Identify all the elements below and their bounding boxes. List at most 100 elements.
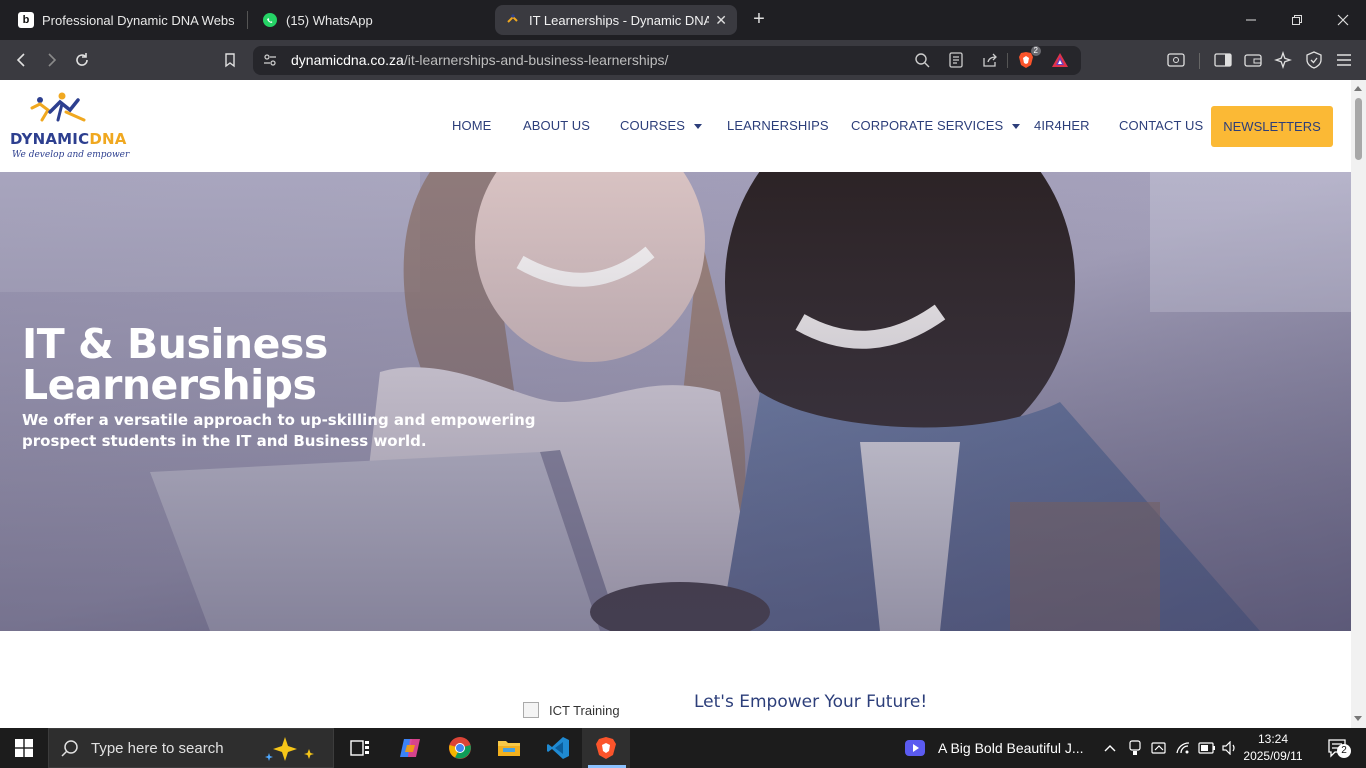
wifi-icon[interactable] xyxy=(1172,728,1194,768)
battery-icon[interactable] xyxy=(1196,728,1218,768)
search-placeholder: Type here to search xyxy=(91,739,224,757)
minimize-icon[interactable] xyxy=(1228,0,1274,40)
hero-title: IT & Business Learnerships xyxy=(22,324,328,406)
image-alt-text: ICT Training xyxy=(549,702,620,718)
newsletters-label: NEWSLETTERS xyxy=(1223,119,1321,134)
menu-icon[interactable] xyxy=(1332,48,1356,72)
clock-time: 13:24 xyxy=(1257,732,1289,746)
whatsapp-icon xyxy=(262,12,278,28)
nav-about-us[interactable]: ABOUT US xyxy=(523,118,590,133)
nav-label: 4IR4HER xyxy=(1034,118,1090,133)
tab-title: IT Learnerships - Dynamic DNA I xyxy=(529,12,709,28)
url-host: dynamicdna.co.za xyxy=(291,52,404,68)
leo-ai-icon[interactable] xyxy=(1271,48,1295,72)
search-icon xyxy=(61,740,78,757)
nav-label: LEARNERSHIPS xyxy=(727,118,829,133)
address-bar[interactable]: dynamicdna.co.za/it-learnerships-and-bus… xyxy=(253,46,1081,75)
brave-shields-icon[interactable]: 2 xyxy=(1015,46,1041,71)
chevron-up-icon[interactable] xyxy=(1100,728,1120,768)
broken-image-icon xyxy=(523,702,539,718)
sparkle-highlight-icon xyxy=(265,737,314,761)
vpn-icon[interactable] xyxy=(1302,48,1326,72)
nav-4ir4her[interactable]: 4IR4HER xyxy=(1034,118,1090,133)
zoom-search-icon[interactable] xyxy=(911,49,933,71)
nav-label: COURSES xyxy=(620,118,685,133)
vscode-icon[interactable] xyxy=(534,728,582,768)
site-header: DYNAMICDNA We develop and empower HOME A… xyxy=(0,80,1351,172)
page-viewport: DYNAMICDNA We develop and empower HOME A… xyxy=(0,80,1351,728)
chrome-icon[interactable] xyxy=(436,728,484,768)
hero-subtitle: We offer a versatile approach to up-skil… xyxy=(22,411,536,450)
restore-icon[interactable] xyxy=(1274,0,1320,40)
clock-date: 2025/09/11 xyxy=(1243,749,1303,763)
dancing-figures-logo-icon xyxy=(30,92,86,122)
nav-label: HOME xyxy=(452,118,492,133)
scrollbar-thumb[interactable] xyxy=(1355,98,1362,160)
brave-icon[interactable] xyxy=(582,728,630,768)
nav-corporate-services[interactable]: CORPORATE SERVICES xyxy=(851,118,1021,133)
hero-title-line: Learnerships xyxy=(22,361,317,409)
windows-start-icon[interactable] xyxy=(0,728,48,768)
wallet-icon[interactable] xyxy=(1241,48,1265,72)
tab-title: (15) WhatsApp xyxy=(286,12,373,28)
nav-label: CORPORATE SERVICES xyxy=(851,118,1004,133)
tab-it-learnerships[interactable]: IT Learnerships - Dynamic DNA I ✕ xyxy=(495,5,737,35)
nav-learnerships[interactable]: LEARNERSHIPS xyxy=(727,118,829,133)
meet-now-icon[interactable] xyxy=(1124,728,1146,768)
site-settings-icon[interactable] xyxy=(259,49,281,71)
toolbar-divider xyxy=(1199,53,1200,69)
newsletters-button[interactable]: NEWSLETTERS xyxy=(1211,106,1333,147)
logo-tagline: We develop and empower xyxy=(12,150,130,160)
battery-saver-icon[interactable] xyxy=(1148,728,1170,768)
brave-rewards-icon[interactable] xyxy=(1049,49,1071,71)
video-player-icon xyxy=(905,740,925,756)
back-icon[interactable] xyxy=(10,48,34,72)
reload-icon[interactable] xyxy=(70,48,94,72)
copilot-icon[interactable] xyxy=(386,728,434,768)
logo-wordmark: DYNAMICDNA xyxy=(10,130,127,148)
file-explorer-icon[interactable] xyxy=(485,728,533,768)
tab-dynamic-dna-website[interactable]: b Professional Dynamic DNA Website xyxy=(8,5,244,35)
url-path: /it-learnerships-and-business-learnershi… xyxy=(403,52,669,68)
shields-count-badge: 2 xyxy=(1030,46,1041,56)
media-widget[interactable]: A Big Bold Beautiful J... xyxy=(904,728,1100,768)
logo-word-dna: DNA xyxy=(89,130,127,148)
tab-separator xyxy=(247,11,248,29)
hero-title-line: IT & Business xyxy=(22,320,328,368)
reader-mode-icon[interactable] xyxy=(945,49,967,71)
media-title: A Big Bold Beautiful J... xyxy=(938,740,1084,756)
task-view-icon[interactable] xyxy=(336,728,384,768)
close-tab-icon[interactable]: ✕ xyxy=(715,12,727,29)
browser-tab-strip: b Professional Dynamic DNA Website (15) … xyxy=(0,0,1366,40)
ict-training-image: ICT Training xyxy=(523,702,620,718)
system-clock[interactable]: 13:24 2025/09/11 xyxy=(1240,731,1306,765)
new-tab-button[interactable]: + xyxy=(748,8,770,32)
search-tabs-icon[interactable] xyxy=(1164,48,1188,72)
sidebar-icon[interactable] xyxy=(1211,48,1235,72)
dynamic-dna-logo[interactable]: DYNAMICDNA We develop and empower xyxy=(10,90,130,162)
omnibox-divider xyxy=(1007,53,1008,68)
url-text[interactable]: dynamicdna.co.za/it-learnerships-and-bus… xyxy=(291,52,668,68)
tab-whatsapp[interactable]: (15) WhatsApp xyxy=(252,5,488,35)
nav-label: ABOUT US xyxy=(523,118,591,133)
taskbar-search-box[interactable]: Type here to search xyxy=(48,728,334,768)
notifications-icon[interactable]: 2 xyxy=(1318,728,1358,768)
bookmark-icon[interactable] xyxy=(218,48,242,72)
forward-icon[interactable] xyxy=(39,48,63,72)
chevron-down-icon xyxy=(694,124,702,130)
logo-word-dynamic: DYNAMIC xyxy=(10,130,90,148)
nav-contact-us[interactable]: CONTACT US xyxy=(1119,118,1203,133)
nav-courses[interactable]: COURSES xyxy=(620,118,702,133)
dynamicdna-icon xyxy=(505,12,521,28)
chevron-down-icon xyxy=(1012,124,1021,130)
notification-count-badge: 2 xyxy=(1337,744,1351,758)
nav-home[interactable]: HOME xyxy=(452,118,491,133)
share-icon[interactable] xyxy=(979,49,1001,71)
scroll-down-icon[interactable] xyxy=(1354,716,1362,721)
section-heading: Let's Empower Your Future! xyxy=(694,692,928,712)
volume-icon[interactable] xyxy=(1219,728,1241,768)
page-scrollbar[interactable] xyxy=(1351,80,1366,728)
b-logo-icon: b xyxy=(18,12,34,28)
close-window-icon[interactable] xyxy=(1320,0,1366,40)
scroll-up-icon[interactable] xyxy=(1354,86,1362,91)
